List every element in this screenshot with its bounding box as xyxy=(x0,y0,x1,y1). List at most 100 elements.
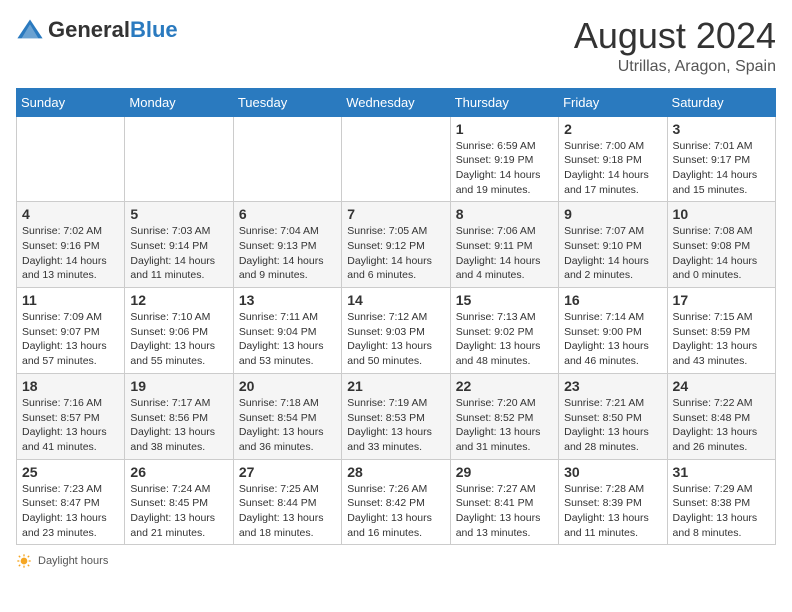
day-info: Sunrise: 7:19 AM Sunset: 8:53 PM Dayligh… xyxy=(347,396,444,455)
calendar-cell: 7 Sunrise: 7:05 AM Sunset: 9:12 PM Daylig… xyxy=(342,202,450,288)
day-number: 21 xyxy=(347,378,444,394)
day-info: Sunrise: 7:28 AM Sunset: 8:39 PM Dayligh… xyxy=(564,482,661,541)
calendar-cell: 3Sunrise: 7:01 AM Sunset: 9:17 PM Daylig… xyxy=(667,116,775,202)
logo: GeneralBlue xyxy=(16,16,178,44)
calendar-cell xyxy=(342,116,450,202)
calendar-cell: 26 Sunrise: 7:24 AM Sunset: 8:45 PM Dayli… xyxy=(125,459,233,545)
day-info: Sunrise: 7:14 AM Sunset: 9:00 PM Dayligh… xyxy=(564,310,661,369)
day-of-week-header: Sunday xyxy=(17,88,125,116)
day-number: 18 xyxy=(22,378,119,394)
calendar-cell: 30 Sunrise: 7:28 AM Sunset: 8:39 PM Dayli… xyxy=(559,459,667,545)
day-number: 13 xyxy=(239,292,336,308)
day-number: 29 xyxy=(456,464,553,480)
day-info: Sunrise: 7:29 AM Sunset: 8:38 PM Dayligh… xyxy=(673,482,770,541)
day-info: Sunrise: 7:15 AM Sunset: 8:59 PM Dayligh… xyxy=(673,310,770,369)
day-info: Sunrise: 7:07 AM Sunset: 9:10 PM Dayligh… xyxy=(564,224,661,283)
calendar-cell: 14Sunrise: 7:12 AM Sunset: 9:03 PM Dayli… xyxy=(342,288,450,374)
calendar-week-row: 18 Sunrise: 7:16 AM Sunset: 8:57 PM Dayli… xyxy=(17,373,776,459)
day-info: Sunrise: 7:04 AM Sunset: 9:13 PM Dayligh… xyxy=(239,224,336,283)
calendar-week-row: 25Sunrise: 7:23 AM Sunset: 8:47 PM Dayli… xyxy=(17,459,776,545)
calendar-cell xyxy=(17,116,125,202)
day-number: 9 xyxy=(564,206,661,222)
day-info: Sunrise: 7:06 AM Sunset: 9:11 PM Dayligh… xyxy=(456,224,553,283)
day-number: 15 xyxy=(456,292,553,308)
calendar-cell: 20 Sunrise: 7:18 AM Sunset: 8:54 PM Dayli… xyxy=(233,373,341,459)
day-info: Sunrise: 7:26 AM Sunset: 8:42 PM Dayligh… xyxy=(347,482,444,541)
day-number: 30 xyxy=(564,464,661,480)
calendar-cell: 12 Sunrise: 7:10 AM Sunset: 9:06 PM Dayli… xyxy=(125,288,233,374)
calendar-week-row: 11Sunrise: 7:09 AM Sunset: 9:07 PM Dayli… xyxy=(17,288,776,374)
day-info: Sunrise: 7:18 AM Sunset: 8:54 PM Dayligh… xyxy=(239,396,336,455)
footer-note: Daylight hours xyxy=(16,553,776,569)
day-number: 1 xyxy=(456,121,553,137)
day-info: Sunrise: 7:24 AM Sunset: 8:45 PM Dayligh… xyxy=(130,482,227,541)
day-number: 12 xyxy=(130,292,227,308)
day-info: Sunrise: 7:27 AM Sunset: 8:41 PM Dayligh… xyxy=(456,482,553,541)
location-subtitle: Utrillas, Aragon, Spain xyxy=(574,58,776,76)
calendar-cell: 18 Sunrise: 7:16 AM Sunset: 8:57 PM Dayli… xyxy=(17,373,125,459)
day-number: 10 xyxy=(673,206,770,222)
calendar-cell: 2 Sunrise: 7:00 AM Sunset: 9:18 PM Daylig… xyxy=(559,116,667,202)
day-number: 22 xyxy=(456,378,553,394)
day-info: Sunrise: 7:21 AM Sunset: 8:50 PM Dayligh… xyxy=(564,396,661,455)
calendar-week-row: 4 Sunrise: 7:02 AM Sunset: 9:16 PM Daylig… xyxy=(17,202,776,288)
logo-icon xyxy=(16,16,44,44)
calendar-cell: 13Sunrise: 7:11 AM Sunset: 9:04 PM Dayli… xyxy=(233,288,341,374)
day-info: Sunrise: 7:25 AM Sunset: 8:44 PM Dayligh… xyxy=(239,482,336,541)
day-number: 19 xyxy=(130,378,227,394)
calendar-cell: 10 Sunrise: 7:08 AM Sunset: 9:08 PM Dayli… xyxy=(667,202,775,288)
day-info: Sunrise: 7:12 AM Sunset: 9:03 PM Dayligh… xyxy=(347,310,444,369)
day-of-week-header: Tuesday xyxy=(233,88,341,116)
day-number: 7 xyxy=(347,206,444,222)
day-number: 26 xyxy=(130,464,227,480)
day-number: 17 xyxy=(673,292,770,308)
logo-text-blue: Blue xyxy=(130,17,178,42)
calendar-cell: 29 Sunrise: 7:27 AM Sunset: 8:41 PM Dayli… xyxy=(450,459,558,545)
calendar-cell xyxy=(125,116,233,202)
day-number: 2 xyxy=(564,121,661,137)
day-of-week-header: Wednesday xyxy=(342,88,450,116)
day-of-week-header: Friday xyxy=(559,88,667,116)
day-info: Sunrise: 7:02 AM Sunset: 9:16 PM Dayligh… xyxy=(22,224,119,283)
day-number: 27 xyxy=(239,464,336,480)
day-info: Sunrise: 7:20 AM Sunset: 8:52 PM Dayligh… xyxy=(456,396,553,455)
calendar-week-row: 1 Sunrise: 6:59 AM Sunset: 9:19 PM Daylig… xyxy=(17,116,776,202)
day-number: 6 xyxy=(239,206,336,222)
month-year-title: August 2024 xyxy=(574,16,776,56)
day-number: 20 xyxy=(239,378,336,394)
day-info: Sunrise: 7:22 AM Sunset: 8:48 PM Dayligh… xyxy=(673,396,770,455)
calendar-cell: 6 Sunrise: 7:04 AM Sunset: 9:13 PM Daylig… xyxy=(233,202,341,288)
day-number: 25 xyxy=(22,464,119,480)
day-info: Sunrise: 7:00 AM Sunset: 9:18 PM Dayligh… xyxy=(564,139,661,198)
day-of-week-header: Thursday xyxy=(450,88,558,116)
calendar-cell: 28Sunrise: 7:26 AM Sunset: 8:42 PM Dayli… xyxy=(342,459,450,545)
day-number: 31 xyxy=(673,464,770,480)
calendar-cell: 9 Sunrise: 7:07 AM Sunset: 9:10 PM Daylig… xyxy=(559,202,667,288)
title-area: August 2024 Utrillas, Aragon, Spain xyxy=(574,16,776,76)
day-info: Sunrise: 7:10 AM Sunset: 9:06 PM Dayligh… xyxy=(130,310,227,369)
day-number: 4 xyxy=(22,206,119,222)
day-info: Sunrise: 7:16 AM Sunset: 8:57 PM Dayligh… xyxy=(22,396,119,455)
day-info: Sunrise: 6:59 AM Sunset: 9:19 PM Dayligh… xyxy=(456,139,553,198)
calendar-cell xyxy=(233,116,341,202)
calendar-cell: 27 Sunrise: 7:25 AM Sunset: 8:44 PM Dayli… xyxy=(233,459,341,545)
days-of-week-row: SundayMondayTuesdayWednesdayThursdayFrid… xyxy=(17,88,776,116)
calendar-cell: 19Sunrise: 7:17 AM Sunset: 8:56 PM Dayli… xyxy=(125,373,233,459)
calendar-cell: 23Sunrise: 7:21 AM Sunset: 8:50 PM Dayli… xyxy=(559,373,667,459)
day-info: Sunrise: 7:08 AM Sunset: 9:08 PM Dayligh… xyxy=(673,224,770,283)
calendar-cell: 8Sunrise: 7:06 AM Sunset: 9:11 PM Daylig… xyxy=(450,202,558,288)
calendar-table: SundayMondayTuesdayWednesdayThursdayFrid… xyxy=(16,88,776,546)
day-info: Sunrise: 7:05 AM Sunset: 9:12 PM Dayligh… xyxy=(347,224,444,283)
day-number: 5 xyxy=(130,206,227,222)
page-header: GeneralBlue August 2024 Utrillas, Aragon… xyxy=(16,16,776,76)
calendar-cell: 17 Sunrise: 7:15 AM Sunset: 8:59 PM Dayli… xyxy=(667,288,775,374)
calendar-cell: 11Sunrise: 7:09 AM Sunset: 9:07 PM Dayli… xyxy=(17,288,125,374)
logo-text-general: General xyxy=(48,17,130,42)
calendar-cell: 21 Sunrise: 7:19 AM Sunset: 8:53 PM Dayli… xyxy=(342,373,450,459)
calendar-cell: 5 Sunrise: 7:03 AM Sunset: 9:14 PM Daylig… xyxy=(125,202,233,288)
calendar-cell: 16Sunrise: 7:14 AM Sunset: 9:00 PM Dayli… xyxy=(559,288,667,374)
calendar-cell: 25Sunrise: 7:23 AM Sunset: 8:47 PM Dayli… xyxy=(17,459,125,545)
footer-label: Daylight hours xyxy=(38,555,108,567)
day-info: Sunrise: 7:03 AM Sunset: 9:14 PM Dayligh… xyxy=(130,224,227,283)
day-of-week-header: Monday xyxy=(125,88,233,116)
